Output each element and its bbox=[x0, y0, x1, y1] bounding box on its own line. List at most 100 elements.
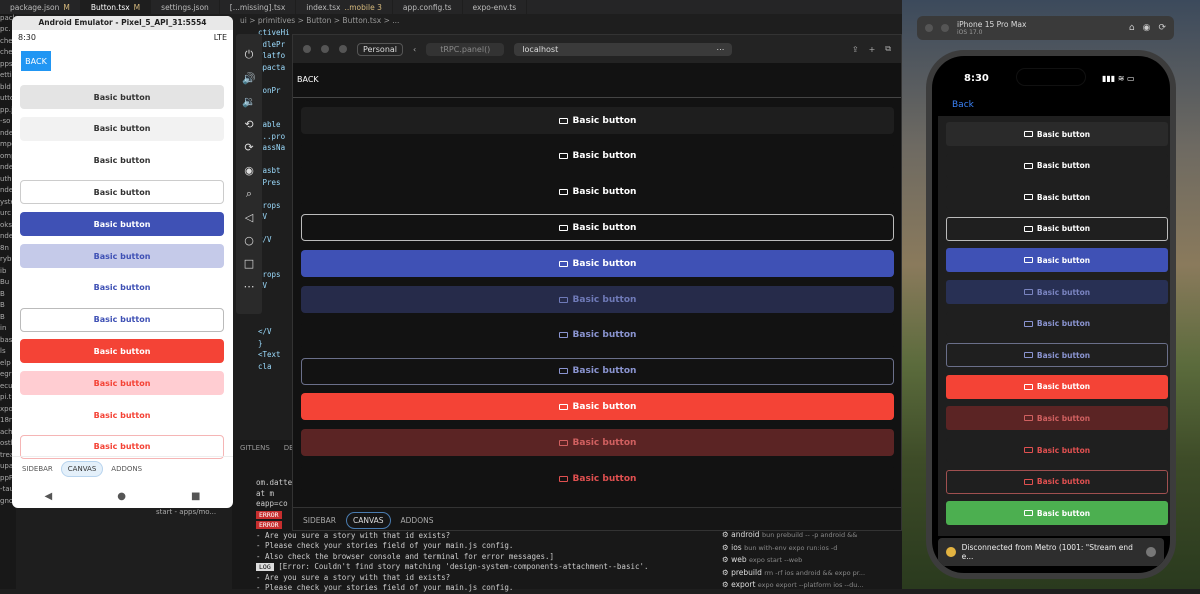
address-bar[interactable]: localhost ⋯ bbox=[514, 42, 733, 56]
basic-button[interactable]: Basic button bbox=[301, 178, 894, 206]
basic-button[interactable]: Basic button bbox=[946, 438, 1168, 462]
tab-canvas[interactable]: CANVAS bbox=[345, 511, 391, 529]
mail-icon bbox=[558, 332, 568, 339]
basic-button[interactable]: Basic button bbox=[946, 501, 1168, 526]
home-icon[interactable]: ○ bbox=[244, 234, 254, 247]
terminal-line-text: om.datte bbox=[256, 478, 293, 487]
zoom-icon[interactable]: ⌕ bbox=[246, 187, 252, 201]
share-icon[interactable]: ⇪ bbox=[852, 45, 859, 54]
script-item[interactable]: ⚙ ios bun with-env expo run:ios -d bbox=[722, 543, 865, 556]
close-icon[interactable] bbox=[1146, 547, 1156, 557]
basic-button[interactable]: Basic button bbox=[20, 116, 224, 141]
basic-button[interactable]: Basic button bbox=[946, 406, 1168, 431]
basic-button[interactable]: Basic button bbox=[946, 343, 1168, 368]
basic-button[interactable]: Basic button bbox=[20, 244, 224, 268]
home-icon[interactable]: ⌂ bbox=[1129, 23, 1135, 33]
overview-icon[interactable]: □ bbox=[244, 257, 254, 270]
basic-button[interactable]: Basic button bbox=[20, 371, 224, 396]
window-close-dot[interactable] bbox=[925, 24, 933, 32]
basic-button[interactable]: Basic button bbox=[946, 280, 1168, 304]
basic-button[interactable]: Basic button bbox=[301, 107, 894, 134]
basic-button[interactable]: Basic button bbox=[946, 469, 1168, 494]
tab-sidebar[interactable]: SIDEBAR bbox=[22, 465, 53, 473]
back-button[interactable]: Back bbox=[952, 100, 974, 110]
basic-button[interactable]: Basic button bbox=[301, 142, 894, 170]
nav-home-icon[interactable]: ● bbox=[117, 491, 126, 502]
basic-button[interactable]: Basic button bbox=[301, 465, 894, 492]
basic-button[interactable]: Basic button bbox=[20, 339, 224, 364]
button-label: Basic button bbox=[1036, 129, 1091, 139]
tab-sidebar[interactable]: SIDEBAR bbox=[303, 516, 336, 525]
back-button[interactable]: BACK bbox=[21, 51, 51, 71]
volume-down-icon[interactable]: 🔉 bbox=[242, 95, 256, 108]
button-label: Basic button bbox=[572, 115, 637, 126]
mail-icon bbox=[558, 260, 568, 267]
basic-button[interactable]: Basic button bbox=[301, 250, 894, 278]
rotate-right-icon[interactable]: ⟳ bbox=[244, 141, 253, 154]
editor-tab[interactable]: Button.tsx M bbox=[80, 0, 152, 14]
mail-icon bbox=[558, 439, 568, 446]
basic-button[interactable]: Basic button bbox=[301, 357, 894, 385]
basic-button[interactable]: Basic button bbox=[946, 374, 1168, 399]
nav-recents-icon[interactable]: ■ bbox=[191, 491, 200, 502]
back-button[interactable]: BACK bbox=[297, 75, 319, 84]
camera-icon[interactable]: ◉ bbox=[244, 164, 254, 177]
window-max-dot[interactable] bbox=[339, 45, 347, 53]
tab-gitlens[interactable]: GITLENS bbox=[240, 444, 270, 454]
basic-button[interactable]: Basic button bbox=[946, 122, 1168, 146]
metro-error-banner[interactable]: Disconnected from Metro (1001: "Stream e… bbox=[938, 538, 1164, 566]
basic-button[interactable]: Basic button bbox=[301, 286, 894, 313]
editor-tab[interactable]: [...missing].tsx bbox=[220, 0, 297, 14]
basic-button[interactable]: Basic button bbox=[20, 307, 224, 332]
back-arrow-icon[interactable]: ‹ bbox=[413, 45, 416, 54]
editor-tab[interactable]: expo-env.ts bbox=[463, 0, 528, 14]
script-item[interactable]: ⚙ export expo export --platform ios --du… bbox=[722, 580, 865, 593]
basic-button[interactable]: Basic button bbox=[20, 403, 224, 427]
back-icon[interactable]: ◁ bbox=[245, 211, 253, 224]
rotate-icon[interactable]: ⟳ bbox=[1158, 23, 1166, 33]
basic-button[interactable]: Basic button bbox=[301, 321, 894, 349]
basic-button[interactable]: Basic button bbox=[301, 393, 894, 421]
script-item[interactable]: ⚙ web expo start --web bbox=[722, 555, 865, 568]
basic-button[interactable]: Basic button bbox=[946, 311, 1168, 336]
editor-tab[interactable]: app.config.ts bbox=[393, 0, 463, 14]
new-tab-icon[interactable]: + bbox=[869, 45, 876, 54]
basic-button[interactable]: Basic button bbox=[20, 275, 224, 300]
nav-back-icon[interactable]: ◀ bbox=[45, 491, 53, 502]
rotate-left-icon[interactable]: ⟲ bbox=[244, 118, 253, 131]
basic-button[interactable]: Basic button bbox=[946, 153, 1168, 178]
tabs-icon[interactable]: ⧉ bbox=[885, 44, 891, 54]
button-label: Basic button bbox=[93, 219, 151, 229]
basic-button[interactable]: Basic button bbox=[946, 185, 1168, 210]
editor-tab[interactable]: package.json M bbox=[0, 0, 81, 14]
tab-canvas[interactable]: CANVAS bbox=[60, 460, 104, 477]
mail-icon bbox=[558, 403, 568, 410]
window-min-dot[interactable] bbox=[321, 45, 329, 53]
basic-button[interactable]: Basic button bbox=[20, 180, 224, 205]
basic-button[interactable]: Basic button bbox=[20, 85, 224, 109]
screenshot-icon[interactable]: ◉ bbox=[1143, 23, 1151, 33]
device-os: iOS 17.0 bbox=[957, 28, 983, 36]
window-min-dot[interactable] bbox=[941, 24, 949, 32]
tab-addons[interactable]: ADDONS bbox=[111, 465, 142, 473]
editor-tab[interactable]: settings.json bbox=[151, 0, 220, 14]
basic-button[interactable]: Basic button bbox=[301, 214, 894, 242]
mail-icon bbox=[558, 153, 568, 160]
basic-button[interactable]: Basic button bbox=[20, 212, 224, 237]
more-icon[interactable]: ⋯ bbox=[244, 280, 255, 293]
basic-button[interactable]: Basic button bbox=[20, 148, 224, 173]
window-close-dot[interactable] bbox=[303, 45, 311, 53]
basic-button[interactable]: Basic button bbox=[301, 429, 894, 457]
script-item[interactable]: ⚙ android bun prebuild -- -p android && bbox=[722, 530, 865, 543]
volume-up-icon[interactable]: 🔊 bbox=[242, 72, 256, 85]
task-label[interactable]: start - apps/mo... bbox=[156, 508, 216, 516]
power-icon[interactable]: ⏻ bbox=[245, 48, 254, 62]
profile-switcher[interactable]: Personal bbox=[357, 42, 404, 56]
browser-tab[interactable]: tRPC.panel() bbox=[426, 42, 505, 56]
basic-button[interactable]: Basic button bbox=[946, 248, 1168, 273]
more-icon[interactable]: ⋯ bbox=[716, 45, 724, 54]
basic-button[interactable]: Basic button bbox=[946, 216, 1168, 241]
tab-addons[interactable]: ADDONS bbox=[401, 516, 434, 525]
script-item[interactable]: ⚙ prebuild rm -rf ios android && expo pr… bbox=[722, 568, 865, 581]
editor-tab[interactable]: index.tsx ..mobile 3 bbox=[296, 0, 393, 14]
